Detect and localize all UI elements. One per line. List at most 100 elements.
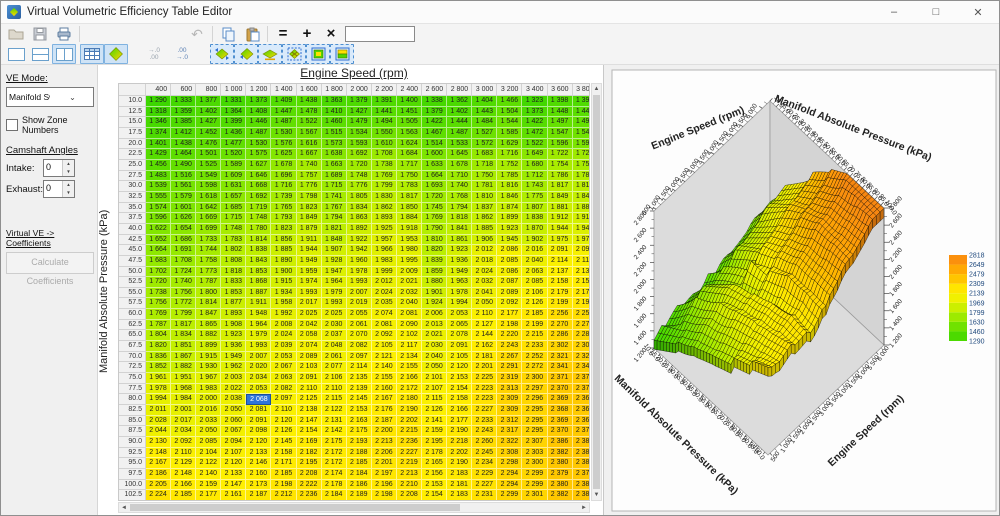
- table-cell[interactable]: 2 201: [472, 362, 497, 373]
- table-cell[interactable]: 1 887: [246, 288, 271, 299]
- table-cell[interactable]: 2 260: [472, 437, 497, 448]
- table-cell[interactable]: 2 137: [573, 267, 590, 278]
- table-cell[interactable]: 1 593: [347, 139, 372, 150]
- table-cell[interactable]: 1 505: [397, 117, 422, 128]
- table-cell[interactable]: 2 147: [221, 480, 246, 491]
- table-cell[interactable]: 1 793: [271, 213, 296, 224]
- table-cell[interactable]: 1 467: [422, 128, 447, 139]
- table-cell[interactable]: 1 900: [271, 267, 296, 278]
- table-cell[interactable]: 1 534: [347, 128, 372, 139]
- table-cell[interactable]: 1 678: [447, 160, 472, 171]
- table-cell[interactable]: 1 915: [271, 277, 296, 288]
- table-cell[interactable]: 2 121: [372, 352, 397, 363]
- table-cell[interactable]: 1 748: [246, 213, 271, 224]
- table-cell[interactable]: 1 596: [573, 139, 590, 150]
- minimize-button[interactable]: –: [873, 1, 915, 23]
- table-cell[interactable]: 1 947: [322, 267, 347, 278]
- table-cell[interactable]: 1 684: [397, 149, 422, 160]
- table-cell[interactable]: 1 901: [422, 288, 447, 299]
- table-cell[interactable]: 1 443: [472, 107, 497, 118]
- table-cell[interactable]: 1 944: [573, 224, 590, 235]
- table-cell[interactable]: 2 163: [347, 416, 372, 427]
- column-header[interactable]: 2 200: [372, 84, 397, 96]
- table-cell[interactable]: 2 380: [573, 458, 590, 469]
- table-cell[interactable]: 2 105: [372, 341, 397, 352]
- table-cell[interactable]: 2 386: [548, 437, 573, 448]
- column-header[interactable]: 2 800: [447, 84, 472, 96]
- table-cell[interactable]: 2 114: [573, 256, 590, 267]
- table-cell[interactable]: 1 885: [271, 245, 296, 256]
- table-cell[interactable]: 2 091: [447, 341, 472, 352]
- table-cell[interactable]: 2 193: [347, 437, 372, 448]
- table-cell[interactable]: 2 125: [297, 394, 322, 405]
- table-cell[interactable]: 2 127: [472, 320, 497, 331]
- table-cell[interactable]: 1 466: [497, 96, 522, 107]
- table-cell[interactable]: 1 576: [271, 139, 296, 150]
- table-cell[interactable]: 2 200: [372, 426, 397, 437]
- table-cell[interactable]: 1 668: [246, 181, 271, 192]
- spin-up-icon[interactable]: ▲: [63, 160, 74, 168]
- table-cell[interactable]: 2 302: [548, 341, 573, 352]
- table-cell[interactable]: 1 478: [297, 107, 322, 118]
- table-cell[interactable]: 1 708: [372, 149, 397, 160]
- column-header[interactable]: 1 000: [221, 84, 246, 96]
- row-header[interactable]: 90.0: [119, 437, 146, 448]
- table-cell[interactable]: 2 177: [497, 309, 522, 320]
- table-cell[interactable]: 2 224: [146, 490, 171, 501]
- table-cell[interactable]: 2 165: [422, 458, 447, 469]
- row-header[interactable]: 80.0: [119, 394, 146, 405]
- table-cell[interactable]: 2 186: [146, 469, 171, 480]
- table-cell[interactable]: 1 373: [246, 96, 271, 107]
- table-cell[interactable]: 2 106: [322, 373, 347, 384]
- table-cell[interactable]: 1 444: [447, 117, 472, 128]
- row-header[interactable]: 40.0: [119, 224, 146, 235]
- table-cell[interactable]: 1 572: [472, 139, 497, 150]
- table-cell[interactable]: 2 017: [297, 298, 322, 309]
- table-cell[interactable]: 2 138: [297, 405, 322, 416]
- calculate-coefficients-button[interactable]: Calculate Coefficients: [6, 252, 94, 274]
- table-cell[interactable]: 1 794: [322, 213, 347, 224]
- table-cell[interactable]: 1 785: [497, 171, 522, 182]
- row-header[interactable]: 52.5: [119, 277, 146, 288]
- table-cell[interactable]: 2 382: [573, 490, 590, 501]
- table-cell[interactable]: 2 303: [522, 448, 547, 459]
- table-cell[interactable]: 2 185: [171, 490, 196, 501]
- table-cell[interactable]: 1 958: [271, 298, 296, 309]
- table-cell[interactable]: 2 270: [573, 320, 590, 331]
- table-cell[interactable]: 2 205: [146, 480, 171, 491]
- table-cell[interactable]: 1 899: [497, 213, 522, 224]
- table-cell[interactable]: 1 963: [447, 277, 472, 288]
- table-cell[interactable]: 1 683: [146, 256, 171, 267]
- table-cell[interactable]: 1 846: [497, 192, 522, 203]
- table-cell[interactable]: 2 086: [497, 267, 522, 278]
- table-cell[interactable]: 1 515: [322, 128, 347, 139]
- table-cell[interactable]: 2 050: [422, 362, 447, 373]
- table-cell[interactable]: 2 156: [422, 469, 447, 480]
- table-cell[interactable]: 1 912: [573, 213, 590, 224]
- table-cell[interactable]: 1 993: [297, 288, 322, 299]
- table-cell[interactable]: 1 799: [372, 181, 397, 192]
- table-cell[interactable]: 2 110: [322, 384, 347, 395]
- table-cell[interactable]: 1 983: [196, 384, 221, 395]
- column-header[interactable]: 1 200: [246, 84, 271, 96]
- table-cell[interactable]: 1 567: [297, 128, 322, 139]
- table-cell[interactable]: 2 201: [372, 458, 397, 469]
- row-header[interactable]: 62.5: [119, 320, 146, 331]
- table-cell[interactable]: 1 859: [422, 267, 447, 278]
- table-cell[interactable]: 1 814: [196, 298, 221, 309]
- table-cell[interactable]: 1 768: [447, 192, 472, 203]
- table-cell[interactable]: 1 918: [397, 224, 422, 235]
- row-header[interactable]: 17.5: [119, 128, 146, 139]
- row-header[interactable]: 75.0: [119, 373, 146, 384]
- table-cell[interactable]: 1 960: [347, 256, 372, 267]
- table-cell[interactable]: 1 685: [221, 203, 246, 214]
- table-cell[interactable]: 2 196: [372, 480, 397, 491]
- row-header[interactable]: 20.0: [119, 139, 146, 150]
- table-cell[interactable]: 1 754: [573, 160, 590, 171]
- table-cell[interactable]: 2 225: [472, 373, 497, 384]
- table-cell[interactable]: 1 870: [522, 224, 547, 235]
- table-cell[interactable]: 2 175: [322, 437, 347, 448]
- table-cell[interactable]: 2 321: [548, 352, 573, 363]
- table-cell[interactable]: 1 799: [171, 309, 196, 320]
- table-cell[interactable]: 1 710: [447, 171, 472, 182]
